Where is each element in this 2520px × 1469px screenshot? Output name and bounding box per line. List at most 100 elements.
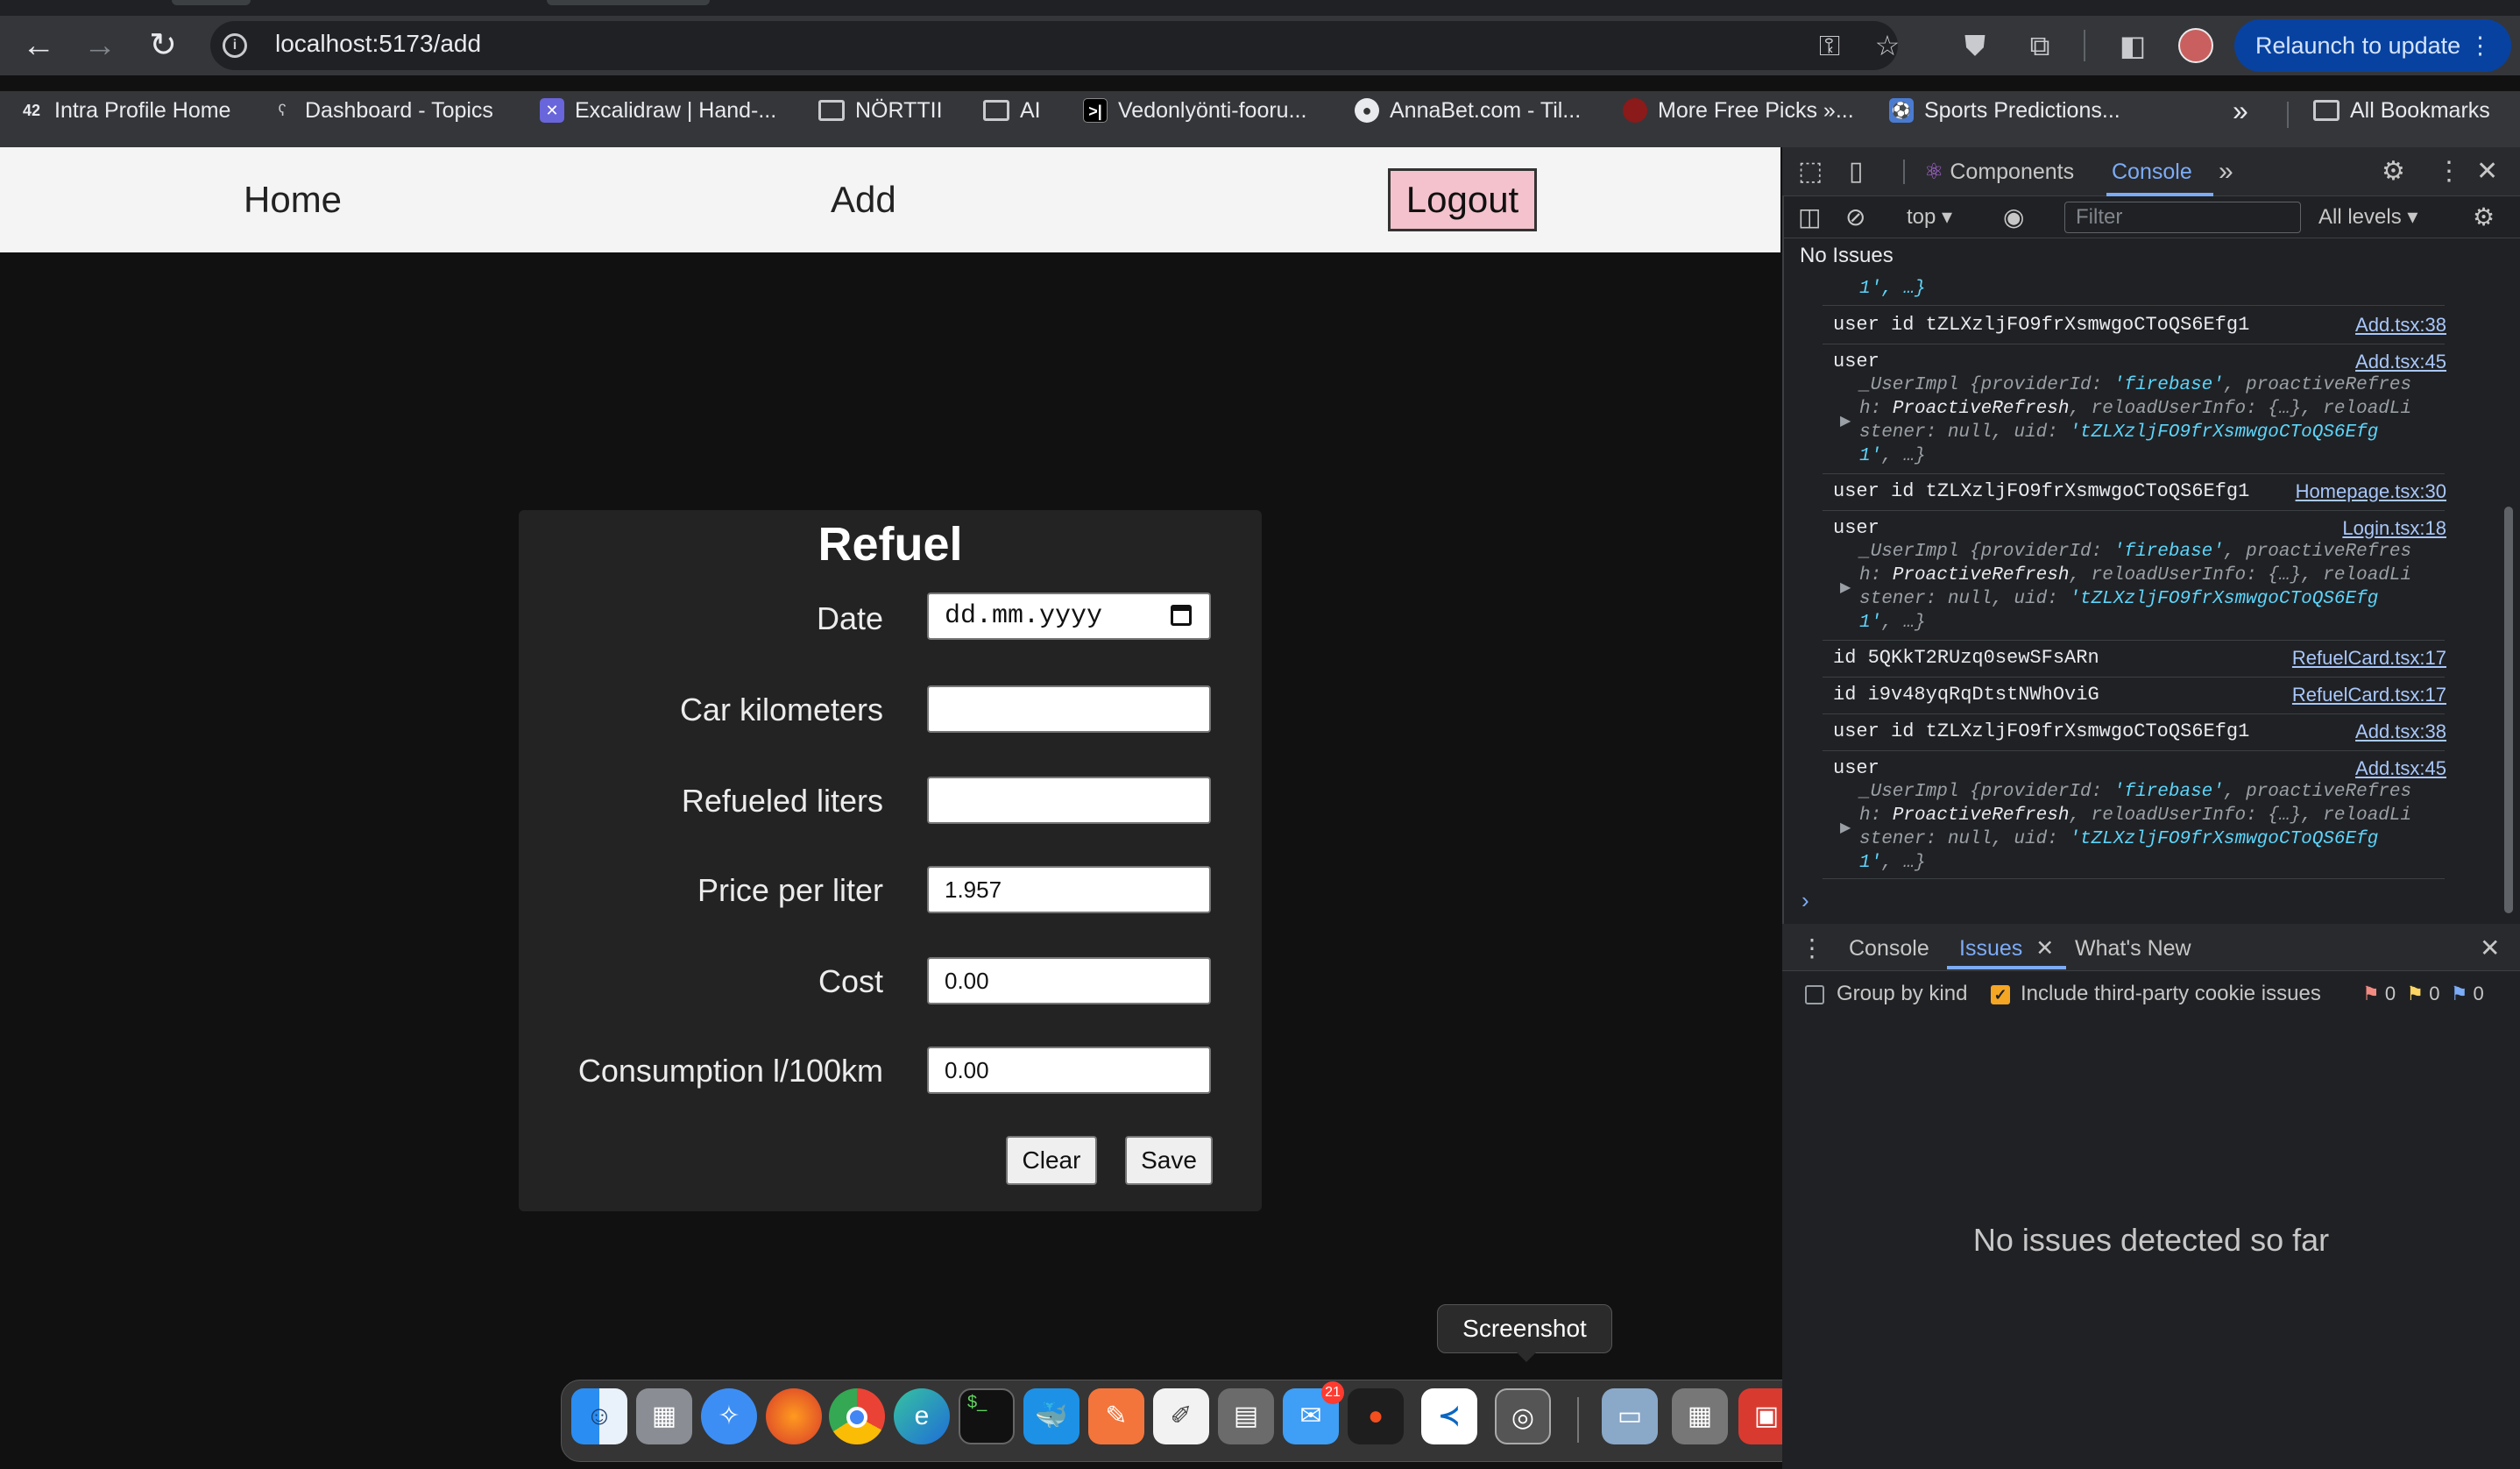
console-scrollbar[interactable]	[2504, 507, 2513, 913]
finder-icon[interactable]: ☺	[571, 1388, 627, 1444]
device-toolbar-icon[interactable]: ▯	[1849, 147, 1864, 196]
figma-icon[interactable]: ●	[1348, 1388, 1404, 1444]
preview-icon[interactable]: ▭	[1602, 1388, 1658, 1444]
forward-icon[interactable]: →	[70, 16, 130, 75]
expand-triangle-icon[interactable]: ▶	[1840, 412, 1851, 429]
calendar-icon[interactable]	[1171, 605, 1192, 626]
clear-button[interactable]: Clear	[1006, 1136, 1097, 1185]
refueled-liters-input[interactable]	[927, 777, 1211, 824]
inspect-element-icon[interactable]: ⬚	[1798, 147, 1823, 196]
log-source-link[interactable]: Add.tsx:45	[2355, 351, 2446, 373]
drawer-tab-console[interactable]: Console	[1849, 927, 1929, 969]
console-settings-icon[interactable]: ⚙	[2473, 202, 2495, 233]
vscode-icon[interactable]: ≺	[1421, 1388, 1477, 1444]
more-vert-icon[interactable]: ⋮	[2436, 147, 2462, 196]
sidebar-toggle-icon[interactable]: ◫	[1798, 202, 1821, 233]
nav-add-link[interactable]: Add	[831, 175, 896, 224]
chrome-icon[interactable]	[829, 1388, 885, 1444]
relaunch-button[interactable]: Relaunch to update ⋮	[2234, 19, 2511, 72]
consumption-input[interactable]: 0.00	[927, 1047, 1211, 1094]
log-object[interactable]: _UserImpl {providerId: 'firebase', proac…	[1859, 373, 2438, 397]
bookmark-star-icon[interactable]: ☆	[1863, 21, 1912, 70]
tab-active[interactable]	[547, 0, 710, 5]
log-levels-select[interactable]: All levels ▾	[2318, 202, 2417, 233]
nav-home-link[interactable]: Home	[244, 175, 342, 224]
tab-console[interactable]: Console	[2112, 147, 2192, 196]
bookmark-item[interactable]: ● AnnaBet.com - Til...	[1355, 93, 1581, 128]
live-expression-eye-icon[interactable]: ◉	[2003, 202, 2024, 233]
bookmark-item[interactable]: 42 Intra Profile Home	[19, 93, 230, 128]
bookmark-folder[interactable]: NÖRTTII	[818, 93, 943, 128]
bookmark-favicon-icon: 42	[19, 98, 44, 123]
tab[interactable]	[172, 0, 251, 5]
bookmark-item[interactable]: ⚽ Sports Predictions...	[1889, 93, 2120, 128]
expand-triangle-icon[interactable]: ▶	[1840, 819, 1851, 836]
console-prompt-icon[interactable]: ›	[1802, 887, 1809, 914]
price-per-liter-input[interactable]: 1.957	[927, 866, 1211, 913]
bookmark-item[interactable]: More Free Picks »...	[1623, 93, 1854, 128]
mail-icon[interactable]: ✉ 21	[1283, 1381, 1344, 1444]
extensions-icon[interactable]: ⧉	[2015, 21, 2064, 70]
dock-tooltip: Screenshot	[1437, 1304, 1612, 1353]
password-key-icon[interactable]: ⚿	[1805, 21, 1854, 70]
clear-console-icon[interactable]: ⊘	[1845, 202, 1865, 233]
more-vert-icon[interactable]: ⋮	[2468, 19, 2492, 72]
folder-icon	[983, 100, 1009, 121]
bookmark-item[interactable]: ✕ Excalidraw | Hand-...	[540, 93, 776, 128]
console-log-entry: user Add.tsx:45	[1833, 351, 2446, 373]
log-source-link[interactable]: Homepage.tsx:30	[2296, 480, 2446, 503]
settings-gear-icon[interactable]: ⚙	[2382, 147, 2405, 196]
log-source-link[interactable]: Add.tsx:45	[2355, 757, 2446, 780]
shield-extension-icon[interactable]: ⛊	[1950, 21, 2000, 70]
side-panel-icon[interactable]: ◧	[2108, 21, 2157, 70]
all-bookmarks[interactable]: All Bookmarks	[2313, 93, 2490, 128]
log-object[interactable]: _UserImpl {providerId: 'firebase', proac…	[1859, 780, 2438, 804]
profile-avatar[interactable]	[2178, 28, 2213, 63]
drawer-tab-issues[interactable]: Issues ✕	[1959, 927, 2054, 969]
bookmark-folder[interactable]: AI	[983, 93, 1041, 128]
context-select[interactable]: top ▾	[1907, 202, 1952, 233]
log-source-link[interactable]: Login.tsx:18	[2342, 517, 2446, 540]
car-kilometers-input[interactable]	[927, 685, 1211, 733]
edge-icon[interactable]: e	[894, 1388, 950, 1444]
close-devtools-icon[interactable]: ✕	[2476, 147, 2498, 196]
calculator-icon[interactable]: ▤	[1218, 1388, 1274, 1444]
log-source-link[interactable]: RefuelCard.tsx:17	[2292, 647, 2446, 670]
photo-booth-icon[interactable]: ▦	[1672, 1388, 1728, 1444]
screenshot-icon[interactable]: ◎	[1495, 1388, 1551, 1444]
log-object[interactable]: _UserImpl {providerId: 'firebase', proac…	[1859, 540, 2438, 564]
site-info-icon[interactable]: i	[223, 33, 247, 58]
tab-components[interactable]: ⚛ Components	[1924, 147, 2074, 196]
cost-input[interactable]: 0.00	[927, 957, 1211, 1004]
textedit-icon[interactable]: ✐	[1153, 1388, 1209, 1444]
log-source-link[interactable]: RefuelCard.tsx:17	[2292, 684, 2446, 706]
drawer-tab-whats-new[interactable]: What's New	[2075, 927, 2191, 969]
expand-triangle-icon[interactable]: ▶	[1840, 578, 1851, 596]
back-icon[interactable]: ←	[9, 16, 68, 75]
safari-icon[interactable]: ✧	[701, 1388, 757, 1444]
docker-icon[interactable]: 🐳	[1023, 1388, 1079, 1444]
bookmark-item[interactable]: >| Vedonlyönti-fooru...	[1083, 93, 1306, 128]
group-by-kind-checkbox[interactable]	[1805, 985, 1824, 1004]
terminal-icon[interactable]: $_	[959, 1388, 1015, 1444]
logout-button[interactable]: Logout	[1388, 168, 1537, 231]
dock-divider	[1577, 1397, 1579, 1443]
launchpad-icon[interactable]: ▦	[636, 1388, 692, 1444]
close-drawer-icon[interactable]: ✕	[2480, 927, 2500, 969]
save-button[interactable]: Save	[1125, 1136, 1213, 1185]
log-source-link[interactable]: Add.tsx:38	[2355, 314, 2446, 337]
group-by-kind-label: Group by kind	[1837, 982, 1968, 1005]
drawer-menu-icon[interactable]: ⋮	[1800, 927, 1824, 969]
date-input[interactable]: dd.mm.yyyy	[927, 593, 1211, 640]
third-party-label: Include third-party cookie issues	[2021, 982, 2321, 1005]
third-party-checkbox[interactable]: ✓	[1991, 985, 2010, 1004]
more-tabs-icon[interactable]: »	[2219, 147, 2233, 196]
sublime-icon[interactable]: ✎	[1088, 1388, 1144, 1444]
bookmark-item[interactable]: ʕ Dashboard - Topics	[270, 93, 493, 128]
console-filter-input[interactable]: Filter	[2064, 202, 2301, 233]
more-bookmarks-icon[interactable]: »	[2233, 93, 2248, 128]
log-source-link[interactable]: Add.tsx:38	[2355, 720, 2446, 743]
firefox-icon[interactable]	[766, 1388, 822, 1444]
close-tab-icon[interactable]: ✕	[2035, 936, 2054, 961]
reload-icon[interactable]: ↻	[133, 16, 193, 75]
